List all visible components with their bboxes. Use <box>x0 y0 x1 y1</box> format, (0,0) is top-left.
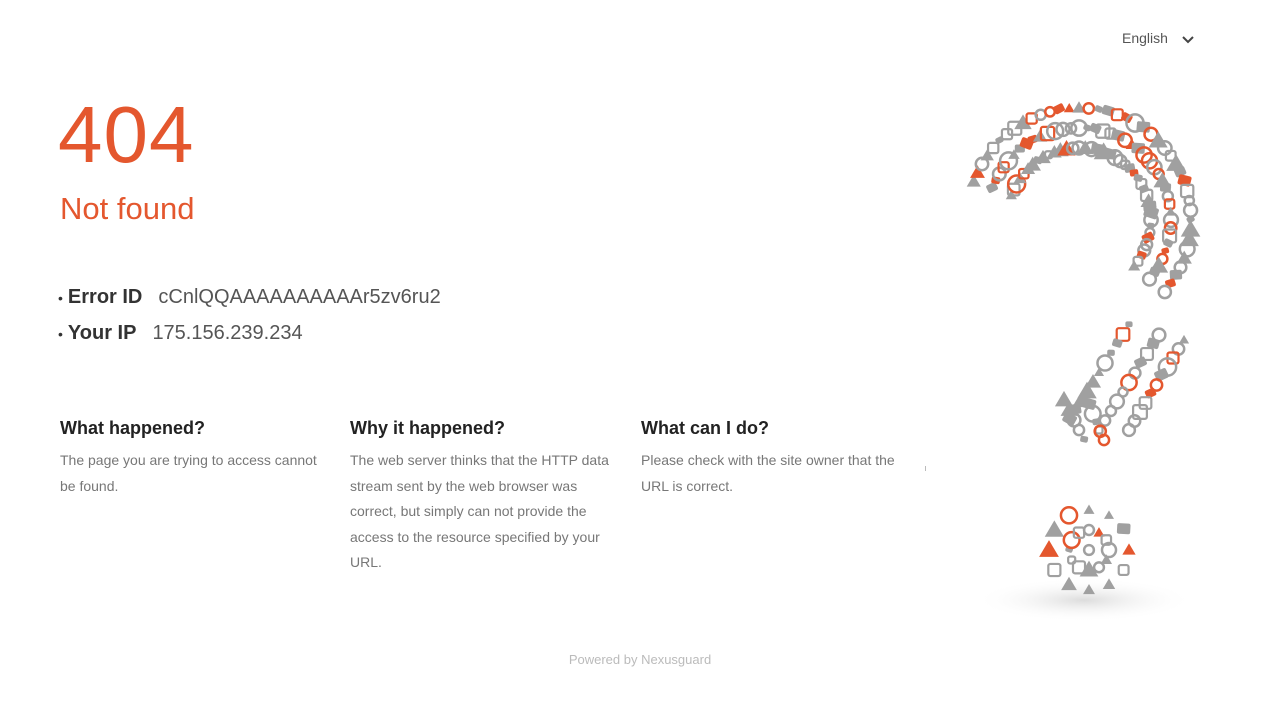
triangle-glyph-icon <box>1093 367 1105 377</box>
powered-by-footer: Powered by Nexusguard <box>568 652 712 667</box>
section-text: The web server thinks that the HTTP data… <box>350 452 609 570</box>
why-it-happened-section: Why it happened? The web server thinks t… <box>350 418 612 576</box>
triangle-glyph-icon <box>1044 520 1064 537</box>
triangle-glyph-icon <box>1063 102 1075 113</box>
ring-glyph-icon <box>1082 543 1096 557</box>
triangle-glyph-icon <box>1083 504 1095 514</box>
ring-glyph-icon <box>1141 271 1158 287</box>
triangle-glyph-icon <box>1039 540 1059 557</box>
frame-glyph-icon <box>986 141 1000 155</box>
box-glyph-icon <box>1092 418 1101 426</box>
error-status: Not found <box>60 191 195 226</box>
language-label: English <box>1122 30 1168 46</box>
error-code: 404 <box>58 90 195 179</box>
frame-glyph-icon <box>1138 396 1153 410</box>
frame-glyph-icon <box>1117 563 1130 577</box>
ring-glyph-icon <box>1059 506 1079 525</box>
ring-glyph-icon <box>1096 354 1114 372</box>
box-glyph-icon <box>1116 523 1131 535</box>
ring-glyph-icon <box>1062 530 1081 550</box>
section-title: What can I do? <box>641 418 769 438</box>
error-id-row: • Error ID cCnlQQAAAAAAAAAAr5zv6ru2 <box>58 286 441 309</box>
ring-glyph-icon <box>1092 561 1106 574</box>
what-can-i-do-section: What can I do? Please check with the sit… <box>641 418 903 499</box>
ring-glyph-icon <box>1104 404 1118 418</box>
question-mark-illustration <box>966 101 1201 622</box>
triangle-glyph-icon <box>1178 334 1190 344</box>
box-glyph-icon <box>1133 173 1143 182</box>
section-title: What happened? <box>60 418 205 438</box>
bullet: • <box>58 290 63 306</box>
ring-glyph-icon <box>1121 422 1137 438</box>
error-id-value: cCnlQQAAAAAAAAAAr5zv6ru2 <box>158 286 441 308</box>
box-glyph-icon <box>1082 397 1097 410</box>
your-ip-row: • Your IP 175.156.239.234 <box>58 322 303 345</box>
ring-glyph-icon <box>1082 101 1096 115</box>
ring-glyph-icon <box>1072 423 1086 437</box>
triangle-glyph-icon <box>1103 510 1115 519</box>
ring-glyph-icon <box>1157 284 1173 300</box>
ring-glyph-icon <box>1082 523 1096 537</box>
error-id-label: Error ID <box>67 286 143 308</box>
box-glyph-icon <box>1101 104 1115 117</box>
box-glyph-icon <box>1080 435 1089 443</box>
section-text: Please check with the site owner that th… <box>641 452 895 494</box>
chevron-down-icon <box>1182 36 1194 44</box>
frame-glyph-icon <box>1115 327 1131 342</box>
your-ip-label: Your IP <box>67 322 137 344</box>
ring-glyph-icon <box>1098 414 1112 427</box>
bullet: • <box>58 326 63 342</box>
section-title: Why it happened? <box>350 418 505 438</box>
what-happened-section: What happened? The page you are trying t… <box>60 418 322 499</box>
your-ip-value: 175.156.239.234 <box>152 322 303 344</box>
box-glyph-icon <box>1136 121 1151 133</box>
section-text: The page you are trying to access cannot… <box>60 452 317 494</box>
box-glyph-icon <box>1125 321 1133 328</box>
triangle-glyph-icon <box>1122 543 1136 555</box>
frame-glyph-icon <box>1047 562 1062 578</box>
box-glyph-icon <box>1169 269 1183 280</box>
box-glyph-icon <box>1163 238 1174 248</box>
language-selector[interactable]: English <box>1122 30 1194 46</box>
frame-glyph-icon <box>1067 555 1077 565</box>
box-glyph-icon <box>1112 338 1123 348</box>
